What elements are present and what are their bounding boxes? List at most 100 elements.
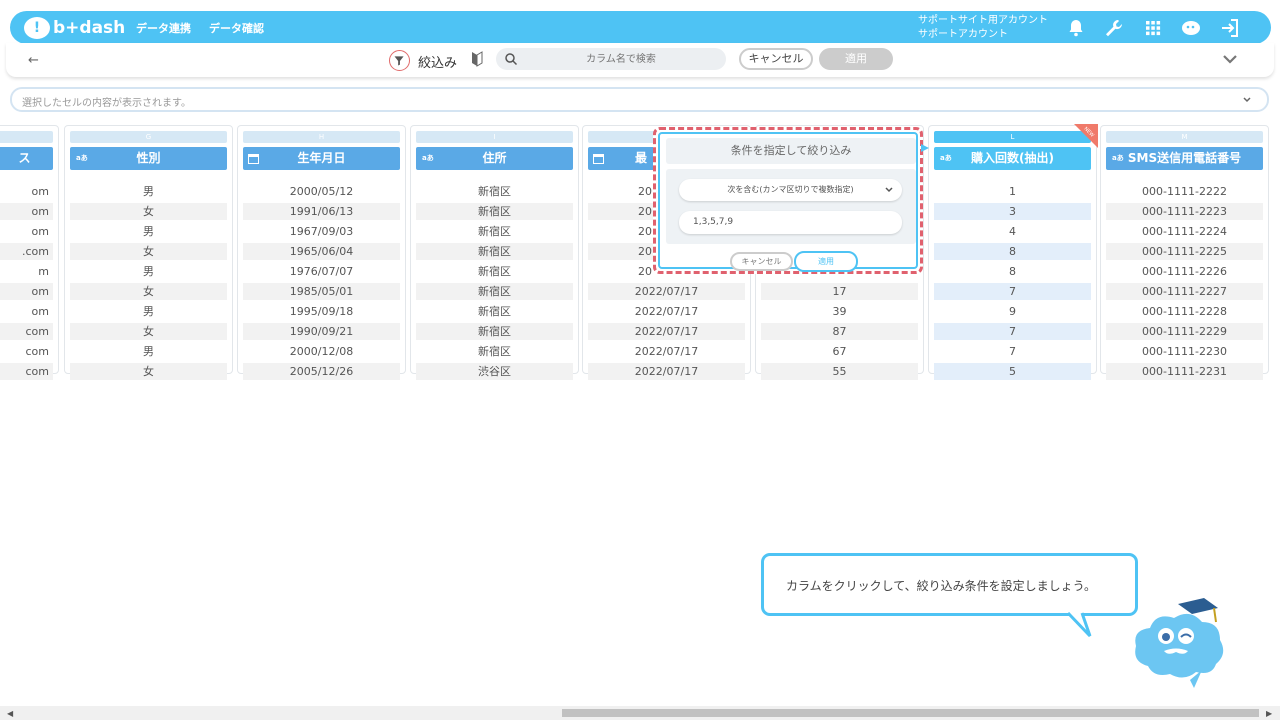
filter-icon[interactable] xyxy=(389,50,410,71)
grid-icon[interactable] xyxy=(1142,17,1164,39)
table-cell[interactable]: 1965/06/04 xyxy=(243,243,400,260)
table-cell[interactable]: 8 xyxy=(934,243,1091,260)
column-header[interactable]: aあ 購入回数(抽出) xyxy=(934,147,1091,170)
table-cell[interactable]: .com xyxy=(0,243,53,260)
scroll-left-arrow-icon[interactable]: ◀ xyxy=(7,709,13,718)
table-cell[interactable]: 女 xyxy=(70,323,227,340)
table-column[interactable]: Maあ SMS送信用電話番号 000-1111-2222 000-1111-2223 0… xyxy=(1100,125,1269,380)
table-cell[interactable]: 女 xyxy=(70,363,227,380)
table-cell[interactable]: 1985/05/01 xyxy=(243,283,400,300)
table-cell[interactable]: 1976/07/07 xyxy=(243,263,400,280)
table-cell[interactable]: m xyxy=(0,263,53,280)
table-cell[interactable]: om xyxy=(0,203,53,220)
cell-content-bar[interactable]: 選択したセルの内容が表示されます。 xyxy=(10,87,1269,112)
table-cell[interactable]: 7 xyxy=(934,323,1091,340)
table-cell[interactable]: 女 xyxy=(70,283,227,300)
table-cell[interactable]: 新宿区 xyxy=(416,303,573,320)
table-cell[interactable]: 3 xyxy=(934,203,1091,220)
beginner-mark-icon[interactable] xyxy=(471,51,483,67)
table-cell[interactable]: 20 xyxy=(588,203,658,220)
column-letter[interactable]: G xyxy=(70,131,227,143)
table-cell[interactable]: 20 xyxy=(588,263,658,280)
table-cell[interactable]: 男 xyxy=(70,183,227,200)
logout-icon[interactable] xyxy=(1219,17,1241,39)
column-header[interactable]: aあ SMS送信用電話番号 xyxy=(1106,147,1263,170)
column-letter[interactable] xyxy=(0,131,53,143)
column-header[interactable]: 最 xyxy=(588,147,658,170)
table-cell[interactable]: 新宿区 xyxy=(416,343,573,360)
table-cell[interactable]: 000-1111-2222 xyxy=(1106,183,1263,200)
table-cell[interactable]: 1 xyxy=(934,183,1091,200)
table-cell[interactable]: 1967/09/03 xyxy=(243,223,400,240)
table-column[interactable]: Laあ 購入回数(抽出) 1 3 4 8 8 7 9 7 7 5 NEW xyxy=(928,124,1098,380)
popup-cancel-button[interactable]: キャンセル xyxy=(730,252,793,271)
popup-apply-button[interactable]: 適用 xyxy=(794,251,858,272)
column-letter[interactable]: I xyxy=(416,131,573,143)
table-cell[interactable]: 2000/05/12 xyxy=(243,183,400,200)
table-cell[interactable]: 2000/12/08 xyxy=(243,343,400,360)
table-cell[interactable]: 2022/07/17 xyxy=(588,283,745,300)
table-cell[interactable]: 2022/07/17 xyxy=(588,343,745,360)
wrench-icon[interactable] xyxy=(1103,17,1125,39)
table-cell[interactable]: 000-1111-2231 xyxy=(1106,363,1263,380)
column-letter[interactable]: H xyxy=(243,131,400,143)
table-column[interactable]: Iaあ 住所 新宿区 新宿区 新宿区 新宿区 新宿区 新宿区 新宿区 新宿区 新宿区 渋谷区 xyxy=(410,125,579,380)
scroll-right-arrow-icon[interactable]: ▶ xyxy=(1266,709,1272,718)
condition-value-input[interactable]: 1,3,5,7,9 xyxy=(679,211,902,234)
table-cell[interactable]: 000-1111-2228 xyxy=(1106,303,1263,320)
column-header[interactable]: aあ 住所 xyxy=(416,147,573,170)
table-cell[interactable]: 渋谷区 xyxy=(416,363,573,380)
column-letter[interactable]: M xyxy=(1106,131,1263,143)
table-cell[interactable]: 87 xyxy=(761,323,918,340)
table-cell[interactable]: 5 xyxy=(934,363,1091,380)
table-cell[interactable]: 17 xyxy=(761,283,918,300)
table-cell[interactable]: 新宿区 xyxy=(416,243,573,260)
cancel-button[interactable]: キャンセル xyxy=(739,48,813,70)
table-cell[interactable]: 2022/07/17 xyxy=(588,303,745,320)
table-cell[interactable]: 000-1111-2223 xyxy=(1106,203,1263,220)
table-cell[interactable]: 新宿区 xyxy=(416,183,573,200)
table-column[interactable]: H 生年月日 2000/05/12 1991/06/13 1967/09/03 1965/… xyxy=(237,125,406,380)
table-cell[interactable]: 新宿区 xyxy=(416,263,573,280)
table-cell[interactable]: 新宿区 xyxy=(416,323,573,340)
table-cell[interactable]: 9 xyxy=(934,303,1091,320)
nav-data-integration[interactable]: データ連携 xyxy=(136,20,191,36)
table-cell[interactable]: com xyxy=(0,343,53,360)
table-cell[interactable]: 55 xyxy=(761,363,918,380)
column-header[interactable]: 生年月日 xyxy=(243,147,400,170)
table-cell[interactable]: om xyxy=(0,183,53,200)
table-cell[interactable]: 7 xyxy=(934,283,1091,300)
column-search-input[interactable] xyxy=(526,48,716,70)
table-cell[interactable]: 20 xyxy=(588,243,658,260)
table-cell[interactable]: 000-1111-2229 xyxy=(1106,323,1263,340)
nav-data-check[interactable]: データ確認 xyxy=(209,20,264,36)
table-cell[interactable]: 000-1111-2224 xyxy=(1106,223,1263,240)
table-column[interactable]: Gaあ 性別男女男女男女男女男女 xyxy=(64,125,233,380)
table-cell[interactable]: 男 xyxy=(70,223,227,240)
column-header[interactable]: aあ 性別 xyxy=(70,147,227,170)
table-cell[interactable]: com xyxy=(0,323,53,340)
table-cell[interactable]: 1995/09/18 xyxy=(243,303,400,320)
bell-icon[interactable] xyxy=(1065,17,1087,39)
table-cell[interactable]: 39 xyxy=(761,303,918,320)
table-cell[interactable]: 000-1111-2225 xyxy=(1106,243,1263,260)
table-column[interactable]: ス om om om .com m om om com com com xyxy=(0,125,59,380)
table-cell[interactable]: 67 xyxy=(761,343,918,360)
table-cell[interactable]: 2005/12/26 xyxy=(243,363,400,380)
condition-select[interactable]: 次を含む(カンマ区切りで複数指定) xyxy=(679,179,902,201)
table-cell[interactable]: 男 xyxy=(70,303,227,320)
table-cell[interactable]: 000-1111-2230 xyxy=(1106,343,1263,360)
column-letter[interactable]: L xyxy=(934,131,1091,143)
column-letter[interactable] xyxy=(588,131,658,143)
table-cell[interactable]: 男 xyxy=(70,343,227,360)
scrollbar-thumb[interactable] xyxy=(562,709,1259,717)
table-cell[interactable]: 20 xyxy=(588,223,658,240)
table-cell[interactable]: 000-1111-2227 xyxy=(1106,283,1263,300)
chevron-down-icon[interactable] xyxy=(1221,51,1239,65)
bdash-logo[interactable]: ! b+dash xyxy=(24,15,125,41)
horizontal-scrollbar[interactable]: ◀ ▶ xyxy=(0,706,1280,720)
table-cell[interactable]: om xyxy=(0,303,53,320)
table-cell[interactable]: om xyxy=(0,223,53,240)
table-cell[interactable]: 新宿区 xyxy=(416,223,573,240)
table-cell[interactable]: 男 xyxy=(70,263,227,280)
